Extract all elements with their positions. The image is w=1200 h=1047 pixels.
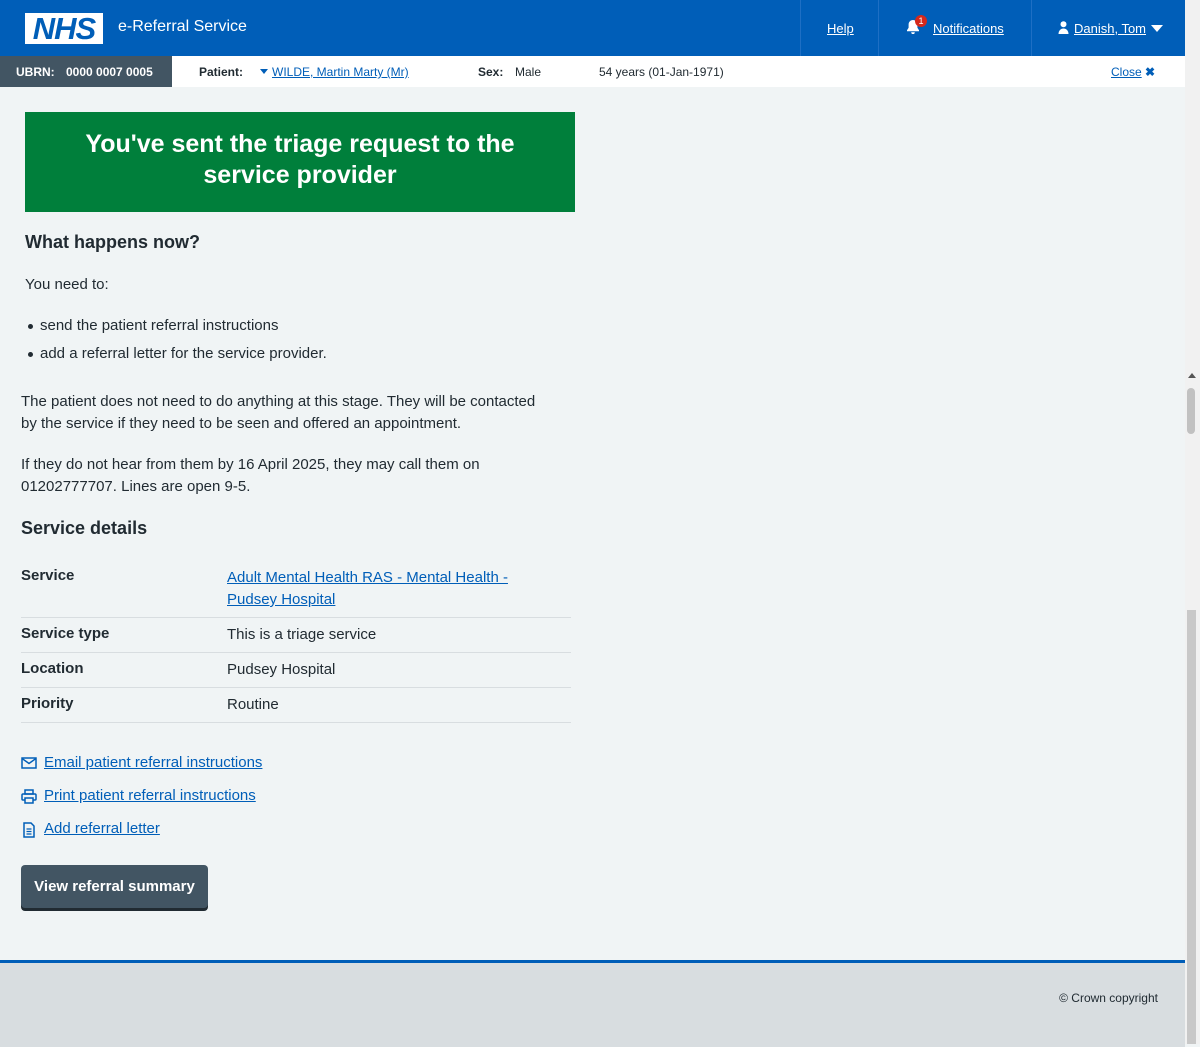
- help-link[interactable]: Help: [827, 21, 854, 36]
- patient-label: Patient:: [199, 65, 244, 79]
- summary-key: Location: [21, 660, 84, 677]
- scrollbar-track[interactable]: [1187, 610, 1196, 1044]
- email-instructions-link[interactable]: Email patient referral instructions: [44, 754, 262, 771]
- panel-title-line-2: service provider: [203, 161, 397, 189]
- notifications-link[interactable]: Notifications: [933, 21, 1004, 36]
- you-need-to-text: You need to:: [25, 276, 109, 293]
- sex-value: Male: [515, 65, 542, 79]
- contact-line-1: If they do not hear from them by 16 Apri…: [21, 456, 480, 473]
- nhs-logo-text: NHS: [32, 11, 96, 46]
- summary-key: Service type: [21, 625, 110, 642]
- contact-line-2: 01202777707. Lines are open 9-5.: [21, 478, 251, 495]
- caret-down-icon[interactable]: [260, 69, 268, 74]
- site-footer: © Crown copyright: [0, 960, 1185, 1047]
- user-menu-link[interactable]: Danish, Tom: [1074, 21, 1146, 36]
- printer-icon: [21, 789, 37, 804]
- user-icon: [1058, 21, 1069, 34]
- service-name[interactable]: e-Referral Service: [118, 18, 247, 36]
- contact-paragraph: If they do not hear from them by 16 Apri…: [21, 454, 480, 498]
- no-action-line-1: The patient does not need to do anything…: [21, 393, 536, 410]
- scroll-up-arrow-icon[interactable]: [1188, 373, 1196, 378]
- confirmation-panel: You've sent the triage request to the se…: [25, 112, 575, 212]
- header-notifications-item: 1 Notifications: [878, 0, 1032, 56]
- patient-name-link[interactable]: WILDE, Martin Marty (Mr): [272, 65, 409, 79]
- view-referral-summary-button[interactable]: View referral summary: [21, 865, 208, 908]
- sex-label: Sex:: [478, 65, 504, 79]
- summary-row-priority: Priority Routine: [21, 688, 571, 723]
- add-referral-letter-link[interactable]: Add referral letter: [44, 820, 160, 837]
- summary-key: Service: [21, 567, 75, 584]
- copyright-text: © Crown copyright: [1059, 991, 1158, 1005]
- age-dob: 54 years (01-Jan-1971): [599, 65, 724, 79]
- list-item: send the patient referral instructions: [25, 312, 327, 340]
- panel-title-line-1: You've sent the triage request to the: [85, 130, 515, 158]
- chevron-down-icon[interactable]: [1151, 25, 1163, 32]
- close-link[interactable]: Close: [1111, 65, 1142, 79]
- header-help-item: Help: [800, 0, 879, 56]
- panel-title: You've sent the triage request to the se…: [25, 129, 575, 191]
- site-header: NHS e-Referral Service Help 1 Notificati…: [0, 0, 1185, 56]
- nhs-logo[interactable]: NHS: [25, 11, 103, 46]
- close-icon[interactable]: ✖: [1145, 65, 1155, 79]
- envelope-icon: [21, 757, 37, 769]
- list-item: add a referral letter for the service pr…: [25, 340, 327, 368]
- ubrn-value: 0000 0007 0005: [66, 65, 153, 79]
- summary-key: Priority: [21, 695, 74, 712]
- service-link-line-2: Pudsey Hospital: [227, 591, 336, 608]
- summary-value: This is a triage service: [227, 626, 377, 643]
- what-happens-heading: What happens now?: [25, 232, 200, 252]
- summary-value: Pudsey Hospital: [227, 661, 336, 678]
- summary-row-location: Location Pudsey Hospital: [21, 653, 571, 688]
- notification-count-badge: 1: [915, 15, 927, 27]
- no-action-line-2: by the service if they need to be seen a…: [21, 415, 462, 432]
- service-link[interactable]: Adult Mental Health RAS - Mental Health …: [227, 567, 547, 611]
- todo-list: send the patient referral instructions a…: [25, 312, 327, 368]
- summary-value: Routine: [227, 696, 279, 713]
- service-details-list: Service Adult Mental Health RAS - Mental…: [21, 561, 571, 723]
- service-details-heading: Service details: [21, 518, 148, 538]
- no-action-paragraph: The patient does not need to do anything…: [21, 391, 535, 435]
- summary-row-service: Service Adult Mental Health RAS - Mental…: [21, 561, 571, 618]
- service-link-line-1: Adult Mental Health RAS - Mental Health …: [227, 569, 508, 586]
- patient-banner: UBRN: 0000 0007 0005 Patient: WILDE, Mar…: [0, 56, 1185, 87]
- page-scrollbar[interactable]: [1185, 0, 1200, 1044]
- ubrn-block: UBRN: 0000 0007 0005: [0, 56, 172, 87]
- scrollbar-thumb[interactable]: [1187, 388, 1195, 434]
- document-icon: [23, 822, 35, 838]
- header-user-item[interactable]: Danish, Tom: [1031, 0, 1186, 56]
- print-instructions-link[interactable]: Print patient referral instructions: [44, 787, 256, 804]
- ubrn-label: UBRN:: [16, 65, 55, 79]
- summary-row-service-type: Service type This is a triage service: [21, 618, 571, 653]
